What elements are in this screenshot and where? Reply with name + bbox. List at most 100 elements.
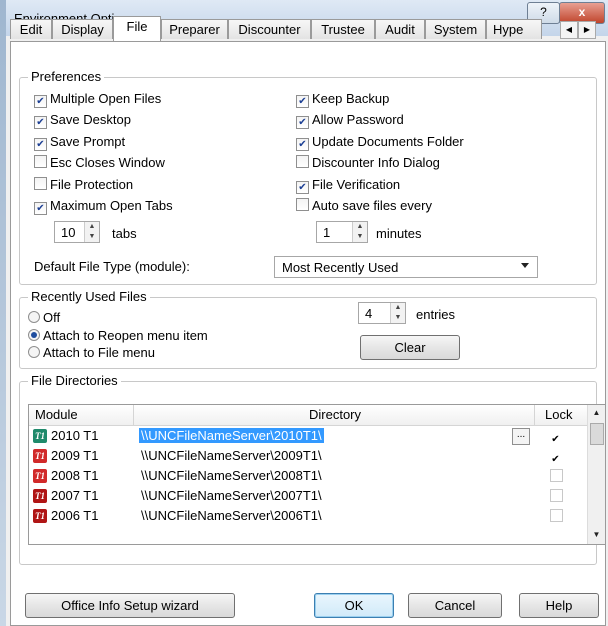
- office-info-setup-wizard-button[interactable]: Office Info Setup wizard: [25, 593, 235, 618]
- lock-checkbox[interactable]: ✔: [550, 449, 564, 465]
- tab-label: File: [126, 19, 148, 34]
- discounter-info-dialog-checkbox[interactable]: Discounter Info Dialog: [296, 155, 440, 171]
- attach-reopen-radio[interactable]: Attach to Reopen menu item: [28, 328, 208, 344]
- tab-preparer[interactable]: Preparer: [161, 19, 228, 39]
- tab-hype[interactable]: Hype: [486, 19, 542, 39]
- checkbox-box: ✔: [296, 116, 309, 129]
- entries-unit-label: entries: [416, 307, 456, 322]
- checkbox-label: Maximum Open Tabs: [50, 198, 173, 213]
- directory-cell[interactable]: \\UNCFileNameServer\2009T1\: [141, 448, 322, 463]
- allow-password-checkbox[interactable]: ✔ Allow Password: [296, 112, 404, 129]
- default-file-type-select[interactable]: Most Recently Used: [274, 256, 538, 278]
- file-verification-checkbox[interactable]: ✔ File Verification: [296, 177, 400, 194]
- maximum-open-tabs-checkbox[interactable]: ✔ Maximum Open Tabs: [34, 198, 173, 215]
- directory-cell[interactable]: \\UNCFileNameServer\2008T1\: [141, 468, 322, 483]
- lock-checkbox[interactable]: ✔: [550, 429, 564, 445]
- tab-label: Preparer: [169, 22, 220, 37]
- tab-audit[interactable]: Audit: [375, 19, 425, 39]
- module-cell: 2010 T1: [51, 428, 99, 443]
- table-vertical-scrollbar[interactable]: ▲ ▼: [587, 405, 605, 544]
- preferences-group: Preferences ✔ Multiple Open Files ✔ Save D…: [19, 69, 597, 285]
- spinner-arrows-icon[interactable]: ▲ ▼: [84, 222, 99, 242]
- file-directories-legend: File Directories: [28, 373, 121, 389]
- max-tabs-value: 10: [61, 225, 76, 240]
- file-directories-group: File Directories Module Directory Lock T…: [19, 373, 606, 565]
- preferences-legend: Preferences: [28, 69, 105, 85]
- esc-closes-window-checkbox[interactable]: Esc Closes Window: [34, 155, 165, 171]
- column-divider: [133, 405, 134, 425]
- update-documents-folder-checkbox[interactable]: ✔ Update Documents Folder: [296, 134, 464, 151]
- table-row[interactable]: T1 2010 T1 \\UNCFileNameServer\2010T1\ .…: [29, 426, 589, 446]
- checkbox-box: ✔: [34, 116, 47, 129]
- lock-checkbox[interactable]: [550, 489, 566, 504]
- table-header: Module Directory Lock: [29, 405, 589, 426]
- checkbox-box: [550, 469, 563, 482]
- environment-options-window: Environment Options ? x Edit Display Fil…: [0, 0, 608, 626]
- directory-cell[interactable]: \\UNCFileNameServer\2007T1\: [141, 488, 322, 503]
- table-row[interactable]: T1 2008 T1 \\UNCFileNameServer\2008T1\: [29, 466, 589, 486]
- table-row[interactable]: T1 2009 T1 \\UNCFileNameServer\2009T1\ ✔: [29, 446, 589, 466]
- tab-discounter[interactable]: Discounter: [228, 19, 311, 39]
- tab-system[interactable]: System: [425, 19, 486, 39]
- help-button[interactable]: Help: [519, 593, 599, 618]
- checkbox-box: [296, 155, 309, 168]
- tab-edit[interactable]: Edit: [10, 19, 52, 39]
- spinner-arrows-icon[interactable]: ▲ ▼: [352, 222, 367, 242]
- lock-checkbox[interactable]: [550, 509, 566, 524]
- tab-display[interactable]: Display: [52, 19, 113, 39]
- recent-off-radio[interactable]: Off: [28, 310, 60, 326]
- tab-label: System: [433, 22, 478, 37]
- recent-entries-stepper[interactable]: 4 ▲ ▼: [358, 302, 406, 324]
- directory-cell[interactable]: \\UNCFileNameServer\2006T1\: [141, 508, 322, 523]
- browse-ellipsis-button[interactable]: ...: [512, 428, 530, 445]
- radio-dot: [28, 346, 40, 358]
- checkbox-label: File Verification: [312, 177, 401, 192]
- checkbox-box: ✔: [34, 95, 47, 108]
- checkbox-box: ✔: [551, 434, 560, 445]
- file-tab-panel: Preferences ✔ Multiple Open Files ✔ Save D…: [10, 41, 606, 626]
- table-row[interactable]: T1 2006 T1 \\UNCFileNameServer\2006T1\: [29, 506, 589, 526]
- save-desktop-checkbox[interactable]: ✔ Save Desktop: [34, 112, 131, 129]
- scroll-up-icon[interactable]: ▲: [589, 405, 604, 421]
- auto-save-minutes-stepper[interactable]: 1 ▲ ▼: [316, 221, 368, 243]
- scroll-down-icon[interactable]: ▼: [589, 527, 604, 543]
- ok-button[interactable]: OK: [314, 593, 394, 618]
- save-prompt-checkbox[interactable]: ✔ Save Prompt: [34, 134, 125, 151]
- lock-checkbox[interactable]: [550, 469, 566, 484]
- tab-scroll-left-icon[interactable]: ◀: [560, 21, 578, 39]
- tab-scroll-right-icon[interactable]: ▶: [578, 21, 596, 39]
- tab-trustee[interactable]: Trustee: [311, 19, 375, 39]
- module-cell: 2007 T1: [51, 488, 99, 503]
- lock-column-header[interactable]: Lock: [545, 407, 572, 422]
- checkbox-label: Save Prompt: [50, 134, 126, 149]
- minutes-unit-label: minutes: [376, 226, 422, 241]
- checkbox-box: [296, 198, 309, 211]
- attach-file-menu-radio[interactable]: Attach to File menu: [28, 345, 155, 361]
- tab-label: Display: [61, 22, 104, 37]
- directory-cell[interactable]: \\UNCFileNameServer\2010T1\: [139, 428, 324, 443]
- module-column-header[interactable]: Module: [35, 407, 78, 422]
- checkbox-box: [34, 155, 47, 168]
- directory-column-header[interactable]: Directory: [309, 407, 361, 422]
- clear-button[interactable]: Clear: [360, 335, 460, 360]
- cancel-button[interactable]: Cancel: [408, 593, 502, 618]
- scrollbar-thumb[interactable]: [590, 423, 604, 445]
- checkbox-box: ✔: [34, 202, 47, 215]
- max-tabs-stepper[interactable]: 10 ▲ ▼: [54, 221, 100, 243]
- recently-used-legend: Recently Used Files: [28, 289, 150, 305]
- checkbox-label: Esc Closes Window: [50, 155, 165, 170]
- tab-file[interactable]: File: [113, 16, 161, 41]
- table-row[interactable]: T1 2007 T1 \\UNCFileNameServer\2007T1\: [29, 486, 589, 506]
- checkbox-box: ✔: [296, 95, 309, 108]
- spinner-arrows-icon[interactable]: ▲ ▼: [390, 303, 405, 323]
- auto-save-checkbox[interactable]: Auto save files every: [296, 198, 432, 214]
- checkbox-label: File Protection: [50, 177, 134, 192]
- multiple-open-files-checkbox[interactable]: ✔ Multiple Open Files: [34, 91, 161, 108]
- checkbox-label: Keep Backup: [312, 91, 390, 106]
- keep-backup-checkbox[interactable]: ✔ Keep Backup: [296, 91, 389, 108]
- checkbox-label: Auto save files every: [312, 198, 432, 213]
- module-cell: 2009 T1: [51, 448, 99, 463]
- file-protection-checkbox[interactable]: File Protection: [34, 177, 133, 193]
- module-cell: 2006 T1: [51, 508, 99, 523]
- default-file-type-value: Most Recently Used: [282, 260, 399, 275]
